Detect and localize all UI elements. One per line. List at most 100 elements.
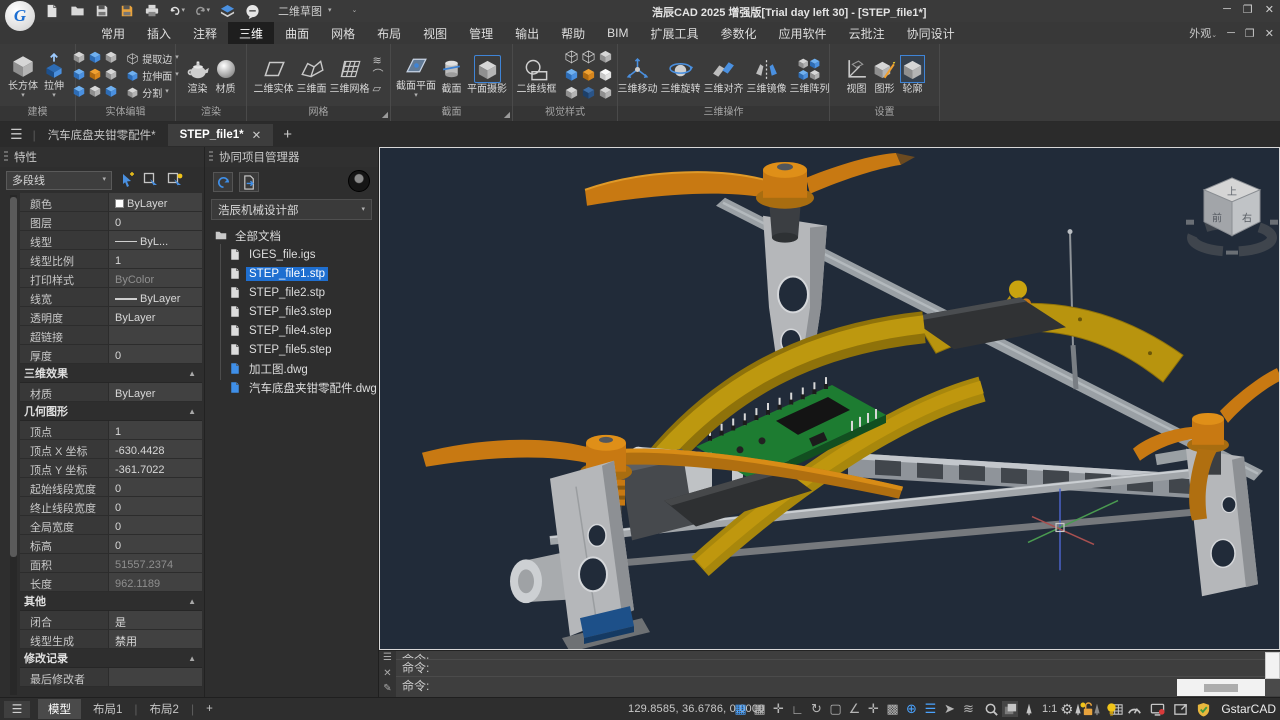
prop-row-color[interactable]: 颜色ByLayer	[20, 193, 202, 212]
prop-row-ltgen[interactable]: 线型生成禁用	[20, 630, 202, 649]
panel-grip[interactable]	[4, 151, 8, 163]
prop-row-vertex-y[interactable]: 顶点 Y 坐标-361.7022	[20, 459, 202, 478]
prop-row-vertex[interactable]: 顶点1	[20, 421, 202, 440]
team-select[interactable]: 浩辰机械设计部▾	[211, 199, 372, 220]
3d-align-button[interactable]: 三维对齐	[704, 55, 744, 95]
layout1-tab[interactable]: 布局1	[83, 699, 132, 719]
file-tab-2[interactable]: STEP_file1*✕	[168, 124, 274, 146]
3d-rotate-button[interactable]: 三维旋转	[661, 55, 701, 95]
3d-osnap-toggle[interactable]: ⊕	[902, 701, 921, 717]
display-warning-icon[interactable]	[1149, 701, 1165, 717]
tab-shuchu[interactable]: 输出	[504, 22, 550, 45]
tab-yunpizhu[interactable]: 云批注	[838, 22, 896, 45]
prop-row-elevation[interactable]: 标高0	[20, 535, 202, 554]
grid-display-toggle[interactable]: ▦	[750, 701, 769, 717]
qat-customize-icon[interactable]: ⌄	[352, 8, 358, 14]
tab-shitu[interactable]: 视图	[412, 22, 458, 45]
appearance-menu[interactable]: 外观⌄	[1189, 25, 1217, 41]
intersect-icon[interactable]	[104, 50, 118, 64]
revolved-mesh-icon[interactable]: ≋	[373, 56, 384, 67]
tree-item-iges[interactable]: IGES_file.igs	[205, 245, 378, 264]
3d-move-button[interactable]: 三维移动	[618, 55, 658, 95]
cmd-close-icon[interactable]: ✕	[383, 668, 391, 679]
close-tab-icon[interactable]: ✕	[252, 128, 262, 142]
license-status-icon[interactable]	[1195, 701, 1211, 717]
annotation-visibility-icon[interactable]	[1021, 701, 1037, 717]
open-file-icon[interactable]	[69, 3, 85, 19]
shell-icon[interactable]	[88, 84, 102, 98]
prop-row-lineweight[interactable]: 线宽ByLayer	[20, 288, 202, 307]
style-blue-icon[interactable]	[564, 67, 579, 82]
tab-charu[interactable]: 插入	[136, 22, 182, 45]
2d-wireframe-button[interactable]: 二维线框	[517, 55, 557, 95]
app-logo[interactable]: G	[5, 1, 35, 31]
command-input[interactable]: 命令:	[396, 677, 1280, 697]
tab-xietong[interactable]: 协同设计	[896, 22, 966, 45]
copy-edges-icon[interactable]	[104, 67, 118, 81]
prop-row-material[interactable]: 材质ByLayer	[20, 383, 202, 402]
extrude-face-button[interactable]: 拉伸面▾	[126, 68, 179, 83]
imprint-icon[interactable]	[72, 67, 86, 81]
file-tabs-menu-icon[interactable]: ☰	[0, 126, 33, 143]
color-swatch[interactable]	[115, 199, 124, 208]
section-expander-icon[interactable]: ◢	[504, 108, 510, 122]
style-realistic-icon[interactable]	[581, 67, 596, 82]
prop-row-vertex-x[interactable]: 顶点 X 坐标-630.4428	[20, 440, 202, 459]
new-file-icon[interactable]	[44, 3, 60, 19]
tab-sanwei[interactable]: 三维	[228, 22, 274, 45]
check-icon[interactable]	[104, 84, 118, 98]
new-layout-button[interactable]: +	[196, 701, 223, 717]
layout2-tab[interactable]: 布局2	[140, 699, 189, 719]
subtract-icon[interactable]	[88, 50, 102, 64]
mesh-expander-icon[interactable]: ◢	[382, 108, 388, 122]
tree-item-step3[interactable]: STEP_file3.step	[205, 302, 378, 321]
quick-select-settings-icon[interactable]	[166, 171, 184, 189]
doc-close-button[interactable]: ✕	[1265, 27, 1274, 40]
chat-icon[interactable]	[244, 3, 260, 19]
doc-restore-button[interactable]: ❐	[1245, 27, 1255, 40]
panel-grip[interactable]	[209, 151, 213, 163]
tree-item-step4[interactable]: STEP_file4.step	[205, 321, 378, 340]
section-misc[interactable]: 其他▲	[20, 592, 202, 611]
ruled-mesh-icon[interactable]: ▱	[373, 84, 384, 95]
angle-snap-toggle[interactable]: ∠	[845, 701, 864, 717]
materials-button[interactable]: 材质	[214, 55, 238, 95]
tree-item-step1[interactable]: STEP_file1.stp	[205, 264, 378, 283]
save-as-icon[interactable]	[119, 3, 135, 19]
section-history[interactable]: 修改记录▲	[20, 649, 202, 668]
quick-select-icon[interactable]	[142, 171, 160, 189]
prop-row-transparency[interactable]: 透明度ByLayer	[20, 307, 202, 326]
tab-zhushi[interactable]: 注释	[182, 22, 228, 45]
clean-screen-icon[interactable]	[1172, 701, 1188, 717]
tree-root-folder[interactable]: 全部文档	[205, 226, 378, 245]
tab-kuozhan[interactable]: 扩展工具	[640, 22, 710, 45]
section-3d-effects[interactable]: 三维效果▲	[20, 364, 202, 383]
command-hscrollbar[interactable]	[1177, 679, 1265, 696]
prop-row-global-width[interactable]: 全局宽度0	[20, 516, 202, 535]
tab-yingyong[interactable]: 应用软件	[768, 22, 838, 45]
3d-array-button[interactable]: 三维阵列	[790, 55, 830, 95]
cmd-drag-handle[interactable]: ☰	[383, 652, 392, 663]
sync-icon[interactable]	[213, 172, 233, 192]
tab-qumian[interactable]: 曲面	[274, 22, 320, 45]
taper-face-icon[interactable]	[72, 84, 86, 98]
properties-scrollbar[interactable]	[10, 195, 17, 695]
snap-tracking-toggle[interactable]: ✛	[864, 701, 883, 717]
selection-cycling-toggle[interactable]: ➤	[940, 701, 959, 717]
3d-mesh-button[interactable]: 三维网格	[330, 55, 370, 95]
workspace-selector[interactable]: 二维草图 ▾ ⌄	[270, 2, 365, 20]
style-shaded-icon[interactable]	[564, 85, 579, 100]
flatshot-button[interactable]: 平面摄影	[467, 55, 507, 95]
tree-item-step2[interactable]: STEP_file2.stp	[205, 283, 378, 302]
section-geometry[interactable]: 几何图形▲	[20, 402, 202, 421]
prop-row-end-width[interactable]: 终止线段宽度0	[20, 497, 202, 516]
minimize-button[interactable]: ─	[1223, 3, 1231, 16]
prop-row-ltscale[interactable]: 线型比例1	[20, 250, 202, 269]
union-icon[interactable]	[72, 50, 86, 64]
box-button[interactable]: 长方体▾	[8, 52, 38, 99]
layout-menu-icon[interactable]: ☰	[4, 701, 30, 718]
object-snap-toggle[interactable]: ▢	[826, 701, 845, 717]
zoom-tool-icon[interactable]	[983, 701, 999, 717]
save-icon[interactable]	[94, 3, 110, 19]
redo-button[interactable]: ▾	[194, 3, 210, 19]
